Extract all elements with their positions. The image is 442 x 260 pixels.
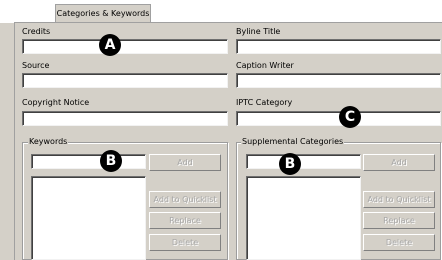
keywords-group: Keywords Add Add to Quicklist Replace De… [22, 137, 228, 260]
marker-a: A [99, 34, 121, 56]
supplemental-category-input[interactable] [246, 154, 361, 169]
supplemental-add-to-quicklist-button[interactable]: Add to Quicklist [363, 191, 435, 208]
keywords-add-button[interactable]: Add [149, 154, 221, 171]
byline-title-field[interactable] [236, 39, 441, 54]
copyright-notice-field[interactable] [22, 111, 228, 126]
marker-b-supplemental: B [279, 153, 301, 175]
tab-categories-keywords[interactable]: Categories & Keywords [55, 4, 151, 23]
supplemental-add-button[interactable]: Add [363, 154, 435, 171]
supplemental-categories-group: Supplemental Categories Add Add to Quick… [236, 137, 441, 260]
keywords-group-title: Keywords [28, 137, 69, 147]
byline-title-label: Byline Title [236, 27, 281, 36]
credits-field[interactable] [22, 39, 228, 54]
source-field[interactable] [22, 73, 228, 88]
keywords-replace-button[interactable]: Replace [149, 212, 221, 229]
supplemental-delete-button[interactable]: Delete [363, 234, 435, 251]
iptc-category-label: IPTC Category [236, 98, 293, 107]
source-label: Source [22, 61, 50, 70]
keywords-delete-button[interactable]: Delete [149, 234, 221, 251]
copyright-notice-label: Copyright Notice [22, 98, 90, 107]
marker-b-keywords: B [100, 150, 122, 172]
supplemental-categories-list[interactable] [246, 176, 361, 260]
caption-writer-field[interactable] [236, 73, 441, 88]
supplemental-categories-group-title: Supplemental Categories [241, 137, 345, 147]
credits-label: Credits [22, 27, 51, 36]
tab-panel: Credits Byline Title Source Caption Writ… [14, 22, 442, 260]
supplemental-replace-button[interactable]: Replace [363, 212, 435, 229]
keywords-add-to-quicklist-button[interactable]: Add to Quicklist [149, 191, 221, 208]
caption-writer-label: Caption Writer [236, 61, 294, 70]
keyword-input[interactable] [31, 154, 146, 169]
keywords-list[interactable] [31, 176, 146, 260]
marker-c: C [339, 106, 361, 128]
